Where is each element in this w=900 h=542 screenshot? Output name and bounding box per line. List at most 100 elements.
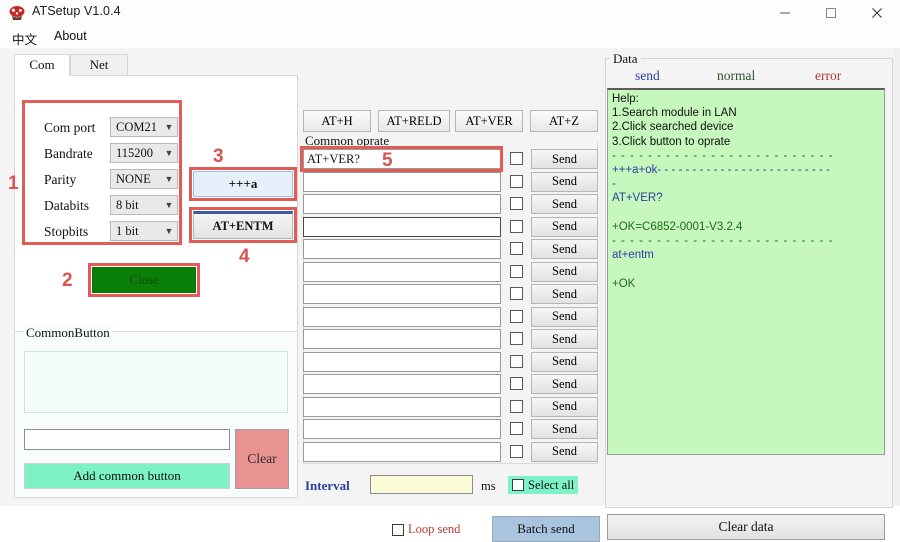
app-icon	[8, 4, 26, 22]
label-stopbits: Stopbits	[44, 224, 89, 239]
common-button-name-input[interactable]	[24, 429, 230, 450]
clear-data-button[interactable]: Clear data	[607, 514, 885, 540]
send-button-14[interactable]: Send	[531, 441, 598, 462]
command-checkbox-3[interactable]	[510, 197, 523, 210]
command-checkbox-11[interactable]	[510, 377, 523, 390]
command-input-4[interactable]	[303, 216, 501, 237]
send-button-12[interactable]: Send	[531, 396, 598, 417]
console-line: +OK=C6852-0001-V3.2.4	[612, 220, 743, 233]
command-input-11[interactable]	[303, 374, 501, 394]
window-scrollbar[interactable]	[893, 48, 900, 506]
interval-input[interactable]	[370, 475, 473, 494]
send-button-5[interactable]: Send	[531, 239, 598, 259]
combo-parity[interactable]: NONE ▼	[110, 169, 178, 189]
menu-item-about[interactable]: About	[54, 29, 87, 43]
chevron-down-icon: ▼	[164, 148, 174, 158]
command-input-7[interactable]	[303, 284, 501, 304]
command-checkbox-14[interactable]	[510, 444, 523, 458]
label-parity: Parity	[44, 172, 77, 187]
loop-send-checkbox-box[interactable]	[392, 523, 404, 536]
command-checkbox-2[interactable]	[510, 174, 523, 188]
tab-com[interactable]: Com	[14, 54, 70, 76]
quick-command-at-ver[interactable]: AT+VER	[455, 110, 523, 132]
command-input-6[interactable]	[303, 261, 501, 282]
command-checkbox-7[interactable]	[510, 287, 523, 300]
combo-bandrate[interactable]: 115200 ▼	[110, 143, 178, 163]
combo-stopbits[interactable]: 1 bit ▼	[110, 221, 178, 241]
annotation-number-4: 5	[382, 150, 393, 171]
command-input-14[interactable]	[303, 441, 501, 462]
select-all-checkbox-box[interactable]	[512, 479, 524, 491]
command-checkbox-8[interactable]	[510, 309, 523, 323]
console-line: - - - - - - - - - - - - - - - - - - - - …	[612, 235, 834, 248]
common-button-list[interactable]	[24, 351, 288, 413]
maximize-button[interactable]	[808, 0, 854, 26]
plus-plus-plus-a-button[interactable]: +++a	[193, 171, 293, 197]
send-button-6[interactable]: Send	[531, 261, 598, 282]
data-group-title: Data	[610, 51, 641, 67]
command-input-8[interactable]	[303, 306, 501, 327]
application-window: ATSetup V1.0.4 中文 About Com Net Com port…	[0, 0, 900, 542]
console-line: at+entm	[612, 249, 654, 262]
quick-command-at-h[interactable]: AT+H	[303, 110, 371, 132]
combo-databits[interactable]: 8 bit ▼	[110, 195, 178, 215]
window-title: ATSetup V1.0.4	[32, 4, 121, 18]
send-button-7[interactable]: Send	[531, 284, 598, 304]
tab-bar: Com Net	[14, 54, 298, 76]
command-checkbox-12[interactable]	[510, 399, 523, 413]
add-common-button[interactable]: Add common button	[24, 463, 230, 489]
command-checkbox-4[interactable]	[510, 219, 523, 233]
send-button-10[interactable]: Send	[531, 351, 598, 372]
chevron-down-icon: ▼	[164, 122, 174, 132]
command-input-5[interactable]	[303, 239, 501, 259]
command-checkbox-6[interactable]	[510, 264, 523, 278]
send-button-13[interactable]: Send	[531, 419, 598, 439]
command-input-3[interactable]	[303, 194, 501, 214]
command-input-10[interactable]	[303, 351, 501, 372]
quick-command-at-z[interactable]: AT+Z	[530, 110, 598, 132]
send-button-8[interactable]: Send	[531, 306, 598, 327]
label-bandrate: Bandrate	[44, 146, 93, 161]
command-input-12[interactable]	[303, 396, 501, 417]
console-line: - - - - - - - - - - - - - - - - - - - - …	[612, 149, 834, 162]
combo-databits-value: 8 bit	[116, 197, 139, 212]
send-button-3[interactable]: Send	[531, 194, 598, 214]
chevron-down-icon: ▼	[164, 226, 174, 236]
send-button-9[interactable]: Send	[531, 329, 598, 349]
data-console[interactable]: Help: 1.Search module in LAN 2.Click searc…	[607, 88, 885, 455]
send-button-2[interactable]: Send	[531, 171, 598, 192]
command-checkbox-9[interactable]	[510, 332, 523, 345]
clear-button[interactable]: Clear	[235, 429, 289, 489]
select-all-checkbox[interactable]: Select all	[508, 476, 579, 494]
legend-error: error	[815, 68, 842, 83]
command-input-2[interactable]	[303, 171, 501, 192]
legend-normal: normal	[717, 68, 756, 83]
combo-com-port[interactable]: COM21 ▼	[110, 117, 178, 137]
console-line: 3.Click button to oprate	[612, 135, 731, 148]
tab-net[interactable]: Net	[70, 54, 128, 76]
close-port-button[interactable]: Close	[92, 267, 196, 293]
send-button-4[interactable]: Send	[531, 216, 598, 237]
command-input-1[interactable]: AT+VER?	[303, 149, 501, 169]
minimize-button[interactable]	[762, 0, 808, 26]
command-checkbox-1[interactable]	[510, 152, 523, 165]
quick-command-at-reld[interactable]: AT+RELD	[378, 110, 450, 132]
command-checkbox-5[interactable]	[510, 242, 523, 255]
loop-send-checkbox[interactable]: Loop send	[392, 522, 460, 537]
send-button-1[interactable]: Send	[531, 149, 598, 169]
common-operate-title: Common oprate	[303, 133, 392, 149]
send-button-11[interactable]: Send	[531, 374, 598, 394]
interval-label: Interval	[305, 478, 350, 493]
command-checkbox-10[interactable]	[510, 354, 523, 368]
command-input-9[interactable]	[303, 329, 501, 349]
command-checkbox-13[interactable]	[510, 422, 523, 435]
loop-send-label: Loop send	[408, 522, 461, 536]
batch-send-button[interactable]: Batch send	[492, 516, 600, 542]
command-input-13[interactable]	[303, 419, 501, 439]
menu-item-chinese[interactable]: 中文	[12, 29, 37, 48]
at-entm-button[interactable]: AT+ENTM	[193, 211, 293, 239]
console-line: Help:	[612, 93, 639, 105]
combo-parity-value: NONE	[116, 171, 151, 186]
chevron-down-icon: ▼	[164, 200, 174, 210]
close-button[interactable]	[854, 0, 900, 26]
